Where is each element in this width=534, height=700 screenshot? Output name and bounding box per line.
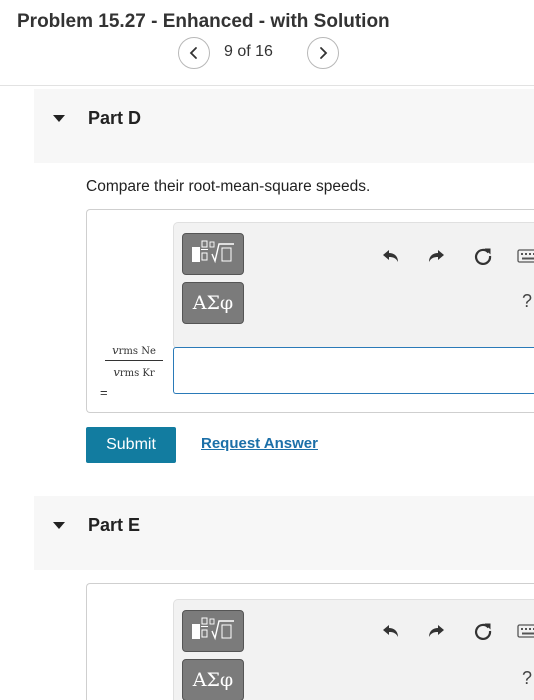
templates-button[interactable] [182,233,244,275]
help-button[interactable]: ? [522,668,532,689]
undo-button[interactable] [380,245,402,267]
previous-problem-button[interactable] [178,37,210,69]
templates-icon [192,617,234,641]
fraction-denominator: vrms Kr [113,365,155,379]
part-e-math-toolbar: ΑΣφ ? [173,599,534,700]
undo-icon [383,625,398,637]
keyboard-button[interactable] [517,245,534,267]
equals-sign: = [100,385,108,400]
part-d-math-toolbar: ΑΣφ ? [173,222,534,349]
part-d-answer-box: ΑΣφ ? vrms Ne vrms Kr = [86,209,534,413]
caret-down-icon [53,115,65,122]
part-d-header[interactable]: Part D [34,89,534,163]
next-problem-button[interactable] [307,37,339,69]
pager-count: 9 of 16 [224,43,273,60]
part-d-answer-input[interactable] [173,347,534,394]
greek-symbols-button[interactable]: ΑΣφ [182,282,244,324]
request-answer-link[interactable]: Request Answer [201,435,318,452]
caret-down-icon [53,522,65,529]
keyboard-icon [517,624,534,638]
submit-button[interactable]: Submit [86,427,176,463]
part-d-title: Part D [88,108,142,128]
greek-symbols-button[interactable]: ΑΣφ [182,659,244,700]
reset-icon [474,248,492,265]
fraction-numerator: vrms Ne [105,343,163,361]
templates-button[interactable] [182,610,244,652]
redo-icon [429,250,444,262]
chevron-right-icon [320,47,328,59]
part-e-header[interactable]: Part E [34,496,534,570]
redo-button[interactable] [425,620,447,642]
answer-label-fraction: vrms Ne vrms Kr [105,343,163,379]
redo-icon [429,625,444,637]
keyboard-button[interactable] [517,620,534,642]
part-e-answer-box: ΑΣφ ? [86,583,534,700]
problem-pager: 9 of 16 [178,37,342,69]
reset-icon [474,623,492,640]
templates-icon [192,240,234,264]
chevron-left-icon [189,47,197,59]
undo-button[interactable] [380,620,402,642]
reset-button[interactable] [472,620,494,642]
help-button[interactable]: ? [522,291,532,312]
undo-icon [383,250,398,262]
keyboard-icon [517,249,534,263]
problem-title: Problem 15.27 - Enhanced - with Solution [17,11,390,32]
reset-button[interactable] [472,245,494,267]
part-e-title: Part E [88,515,141,535]
part-d-question: Compare their root-mean-square speeds. [86,178,371,195]
problem-header: Problem 15.27 - Enhanced - with Solution… [0,0,534,86]
redo-button[interactable] [425,245,447,267]
